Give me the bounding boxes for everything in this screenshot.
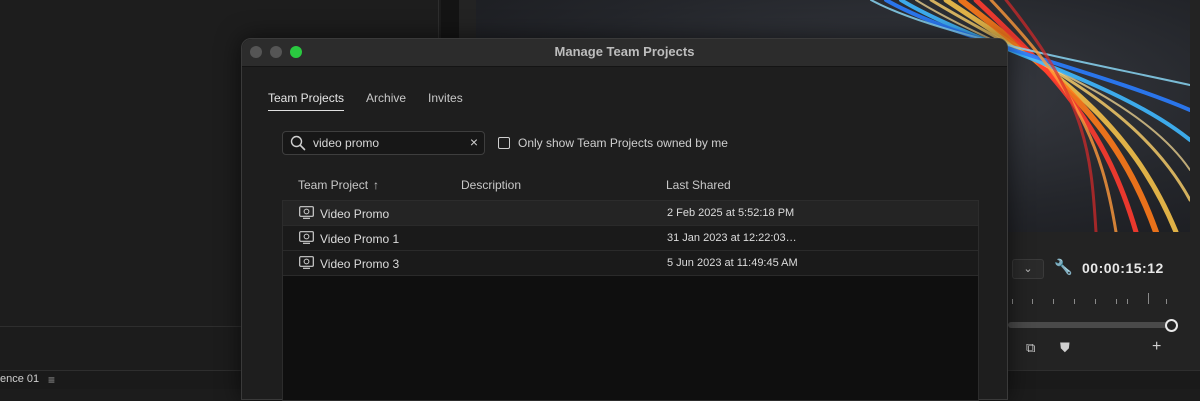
team-project-icon: [299, 256, 314, 269]
team-project-icon: [299, 231, 314, 244]
tab-invites[interactable]: Invites: [428, 91, 463, 111]
sort-ascending-icon: ↑: [373, 178, 380, 192]
comparison-view-icon[interactable]: ⧉: [1026, 340, 1035, 356]
column-header-last-shared[interactable]: Last Shared: [666, 178, 731, 192]
time-ruler[interactable]: [1008, 290, 1178, 304]
table-row[interactable]: Video Promo 3 5 Jun 2023 at 11:49:45 AM: [283, 251, 978, 276]
last-shared-date: 5 Jun 2023 at 11:49:45 AM: [667, 257, 798, 269]
scrub-bar[interactable]: [1008, 322, 1170, 328]
tab-team-projects[interactable]: Team Projects: [268, 91, 345, 111]
search-icon: [290, 135, 306, 151]
playhead-handle[interactable]: [1165, 319, 1178, 332]
dialog-title: Manage Team Projects: [554, 44, 695, 59]
search-input[interactable]: [313, 132, 461, 154]
project-name: Video Promo 3: [320, 257, 400, 271]
owned-by-me-label[interactable]: Only show Team Projects owned by me: [518, 136, 728, 150]
project-name: Video Promo: [320, 207, 390, 221]
table-row[interactable]: Video Promo 2 Feb 2025 at 5:52:18 PM: [283, 201, 978, 226]
column-header-team-project[interactable]: Team Project ↑: [298, 178, 379, 192]
search-box[interactable]: ×: [282, 131, 485, 155]
zoom-dropdown[interactable]: ⌄: [1012, 259, 1044, 279]
dialog-titlebar[interactable]: Manage Team Projects: [242, 39, 1007, 67]
sequence-tab[interactable]: ence 01: [0, 373, 39, 385]
tab-archive[interactable]: Archive: [366, 91, 406, 111]
manage-team-projects-dialog: Manage Team Projects Team Projects Archi…: [241, 38, 1008, 401]
team-projects-table: Video Promo 2 Feb 2025 at 5:52:18 PM Vid…: [282, 200, 979, 401]
playhead-timecode[interactable]: 00:00:15:12: [1082, 260, 1164, 276]
project-name: Video Promo 1: [320, 232, 400, 246]
owned-by-me-checkbox[interactable]: [498, 137, 510, 149]
clear-search-icon[interactable]: ×: [470, 134, 478, 150]
add-button-icon[interactable]: +: [1152, 338, 1161, 356]
panel-menu-icon[interactable]: ≡: [48, 373, 55, 387]
dialog-tabs: Team Projects Archive Invites: [268, 91, 485, 111]
last-shared-date: 31 Jan 2023 at 12:22:03…: [667, 232, 797, 244]
column-header-label: Team Project: [298, 178, 369, 192]
last-shared-date: 2 Feb 2025 at 5:52:18 PM: [667, 207, 795, 219]
wrench-icon[interactable]: 🔧: [1054, 258, 1073, 276]
proxy-toggle-icon[interactable]: ⛊: [1060, 340, 1070, 356]
column-header-description[interactable]: Description: [461, 178, 521, 192]
table-row[interactable]: Video Promo 1 31 Jan 2023 at 12:22:03…: [283, 226, 978, 251]
team-project-icon: [299, 206, 314, 219]
